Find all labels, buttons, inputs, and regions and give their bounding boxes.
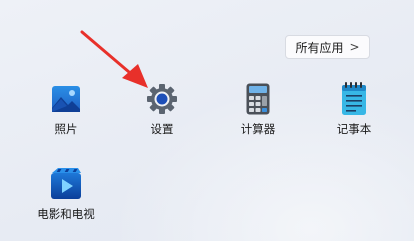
app-tile-notepad[interactable]: 记事本	[314, 82, 394, 144]
gear-icon	[145, 82, 179, 116]
app-tile-calculator[interactable]: 计算器	[218, 82, 298, 144]
app-label-notepad: 记事本	[336, 122, 372, 136]
chevron-right-icon: >	[349, 40, 360, 54]
all-apps-label: 所有应用	[295, 40, 344, 55]
app-label-photos: 照片	[54, 122, 78, 136]
app-label-calculator: 计算器	[240, 122, 276, 136]
app-tile-settings[interactable]: 设置	[122, 82, 202, 144]
app-tile-movies-tv[interactable]: 电影和电视	[26, 167, 106, 229]
photos-icon	[49, 82, 83, 116]
app-label-movies-tv: 电影和电视	[37, 207, 95, 221]
start-menu-panel: 所有应用 > 照片 设置 计算器 记事本 电影和电视	[0, 0, 414, 241]
calculator-icon	[241, 82, 275, 116]
movies-tv-icon	[49, 167, 83, 201]
app-tile-photos[interactable]: 照片	[26, 82, 106, 144]
all-apps-button[interactable]: 所有应用 >	[285, 35, 370, 59]
notepad-icon	[337, 82, 371, 116]
app-label-settings: 设置	[150, 122, 174, 136]
